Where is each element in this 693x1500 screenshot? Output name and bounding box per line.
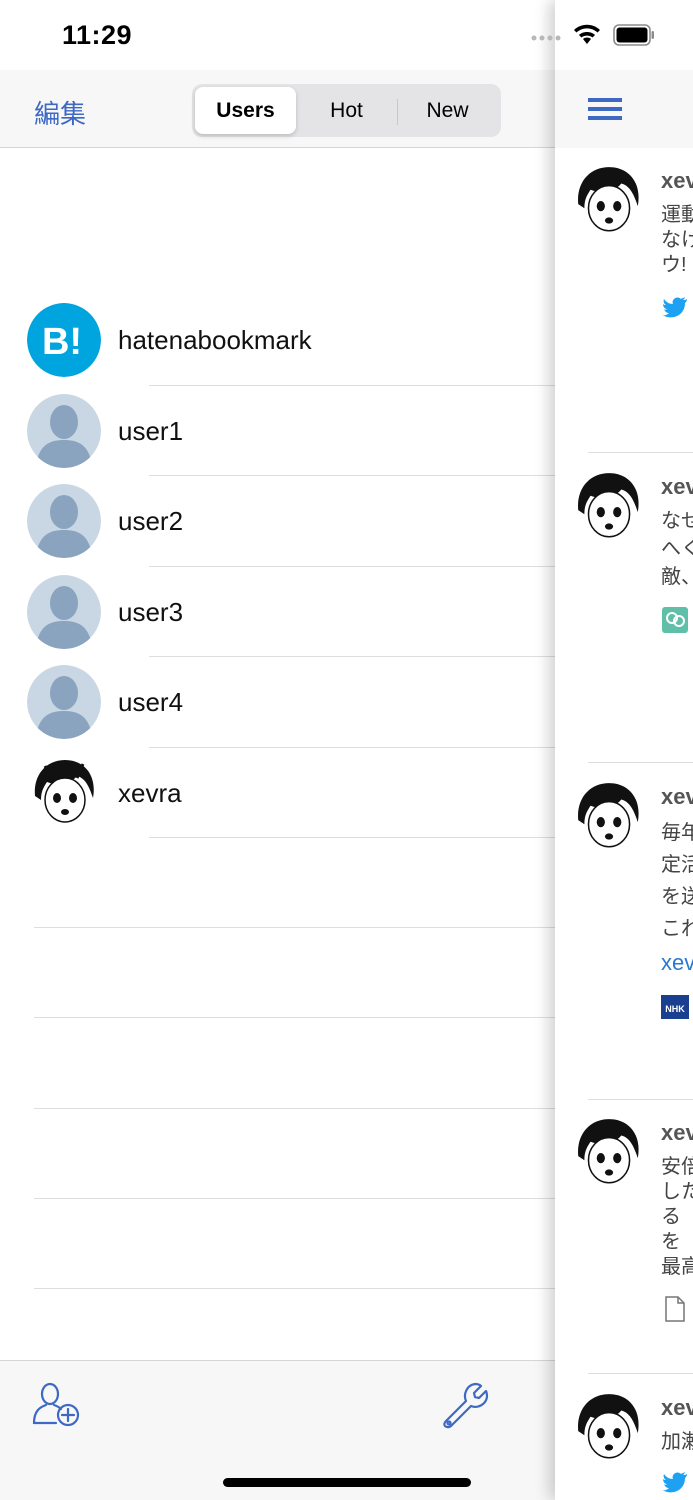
placeholder-person-avatar bbox=[27, 574, 101, 649]
user-name: user3 bbox=[118, 596, 184, 627]
svg-text:NHK: NHK bbox=[665, 1004, 685, 1014]
user-row-hatenabookmark[interactable]: B! hatenabookmark bbox=[0, 295, 555, 386]
segment-hot[interactable]: Hot bbox=[296, 87, 397, 134]
manga-portrait-avatar bbox=[570, 1115, 646, 1191]
feed-author: xev bbox=[661, 1395, 693, 1420]
home-indicator[interactable] bbox=[223, 1478, 471, 1487]
feed-author: xev bbox=[661, 1120, 693, 1145]
hamburger-menu-icon[interactable] bbox=[588, 98, 622, 122]
twitter-bird-icon bbox=[661, 293, 689, 321]
feed-author: xev bbox=[661, 474, 693, 499]
feed-text: へく bbox=[661, 538, 693, 560]
user-row-user2[interactable]: user2 bbox=[0, 476, 555, 567]
feed-text: 運動 bbox=[661, 204, 693, 226]
feed-author: xev bbox=[661, 168, 693, 193]
feed-text: した bbox=[661, 1181, 693, 1203]
battery-icon bbox=[613, 24, 655, 51]
hatena-b-logo-avatar: B! bbox=[27, 303, 101, 377]
user-name: user1 bbox=[118, 415, 184, 446]
status-time: 11:29 bbox=[62, 20, 133, 50]
user-list: B! hatenabookmark user1 user2 user3 user… bbox=[0, 295, 555, 838]
user-name: hatenabookmark bbox=[118, 325, 312, 355]
feed-text: ウ! bbox=[661, 254, 687, 276]
feed-text: を bbox=[661, 1231, 681, 1253]
empty-row-separator bbox=[34, 1198, 555, 1199]
empty-row-separator bbox=[34, 1108, 555, 1109]
user-name: user2 bbox=[118, 506, 184, 536]
segment-users[interactable]: Users bbox=[195, 87, 296, 134]
feed-text: る bbox=[661, 1206, 681, 1228]
placeholder-person-avatar bbox=[27, 484, 101, 558]
user-row-user3[interactable]: user3 bbox=[0, 567, 555, 657]
segment-new[interactable]: New bbox=[397, 87, 498, 134]
manga-portrait-avatar bbox=[570, 163, 646, 239]
feed-author: xev bbox=[661, 784, 693, 809]
user-name: xevra bbox=[118, 777, 182, 808]
svg-text:B!: B! bbox=[42, 321, 82, 363]
feed-text: 定活 bbox=[661, 854, 693, 876]
feed-navigation-bar bbox=[555, 70, 693, 148]
nhk-logo-icon: NHK bbox=[661, 993, 689, 1021]
manga-portrait-avatar bbox=[570, 779, 646, 855]
cellular-signal-icon bbox=[531, 29, 561, 47]
document-icon bbox=[661, 1295, 689, 1323]
user-row-user1[interactable]: user1 bbox=[0, 386, 555, 476]
wrench-icon[interactable] bbox=[440, 1381, 490, 1431]
navigation-bar: 編集 Users Hot New bbox=[0, 70, 555, 148]
status-bar: 11:29 bbox=[0, 0, 693, 70]
teal-badge-icon bbox=[661, 606, 689, 634]
wifi-icon bbox=[573, 24, 601, 51]
feed-text: 敵、 bbox=[661, 566, 693, 588]
manga-portrait-avatar bbox=[570, 469, 646, 545]
user-row-xevra[interactable]: xevra bbox=[0, 748, 555, 838]
edit-button[interactable]: 編集 bbox=[34, 94, 86, 131]
manga-portrait-avatar bbox=[570, 1390, 646, 1466]
segmented-control: Users Hot New bbox=[192, 84, 501, 137]
feed-separator bbox=[588, 762, 693, 763]
users-pane: 編集 Users Hot New B! hatenabookmark user1… bbox=[0, 0, 555, 1500]
feed-text: なけ bbox=[661, 229, 693, 251]
placeholder-person-avatar bbox=[27, 665, 101, 739]
twitter-bird-icon bbox=[661, 1468, 689, 1496]
empty-row-separator bbox=[34, 927, 555, 928]
user-name: user4 bbox=[118, 687, 184, 717]
feed-separator bbox=[588, 1099, 693, 1100]
feed-text: なせ bbox=[661, 510, 693, 532]
feed-text: これ bbox=[661, 918, 693, 940]
empty-row-separator bbox=[34, 1017, 555, 1018]
add-user-icon[interactable] bbox=[30, 1381, 84, 1431]
feed-text: 毎年 bbox=[661, 822, 693, 844]
feed-link[interactable]: xev bbox=[661, 950, 693, 976]
status-indicators bbox=[531, 24, 655, 51]
feed-separator bbox=[588, 452, 693, 453]
feed-pane[interactable]: xev 運動 なけ ウ! xev なせ へく 敵、 xev 毎年 定活 を送 こ… bbox=[555, 0, 693, 1500]
user-row-user4[interactable]: user4 bbox=[0, 657, 555, 748]
empty-row-separator bbox=[34, 1288, 555, 1289]
feed-text: 最高 bbox=[661, 1256, 693, 1278]
feed-text: 安倍 bbox=[661, 1156, 693, 1178]
manga-portrait-avatar bbox=[27, 755, 101, 830]
feed-text: を送 bbox=[661, 886, 693, 908]
feed-text: 加瀬 bbox=[661, 1431, 693, 1453]
placeholder-person-avatar bbox=[27, 393, 101, 468]
feed-separator bbox=[588, 1373, 693, 1374]
row-separator bbox=[149, 837, 555, 838]
